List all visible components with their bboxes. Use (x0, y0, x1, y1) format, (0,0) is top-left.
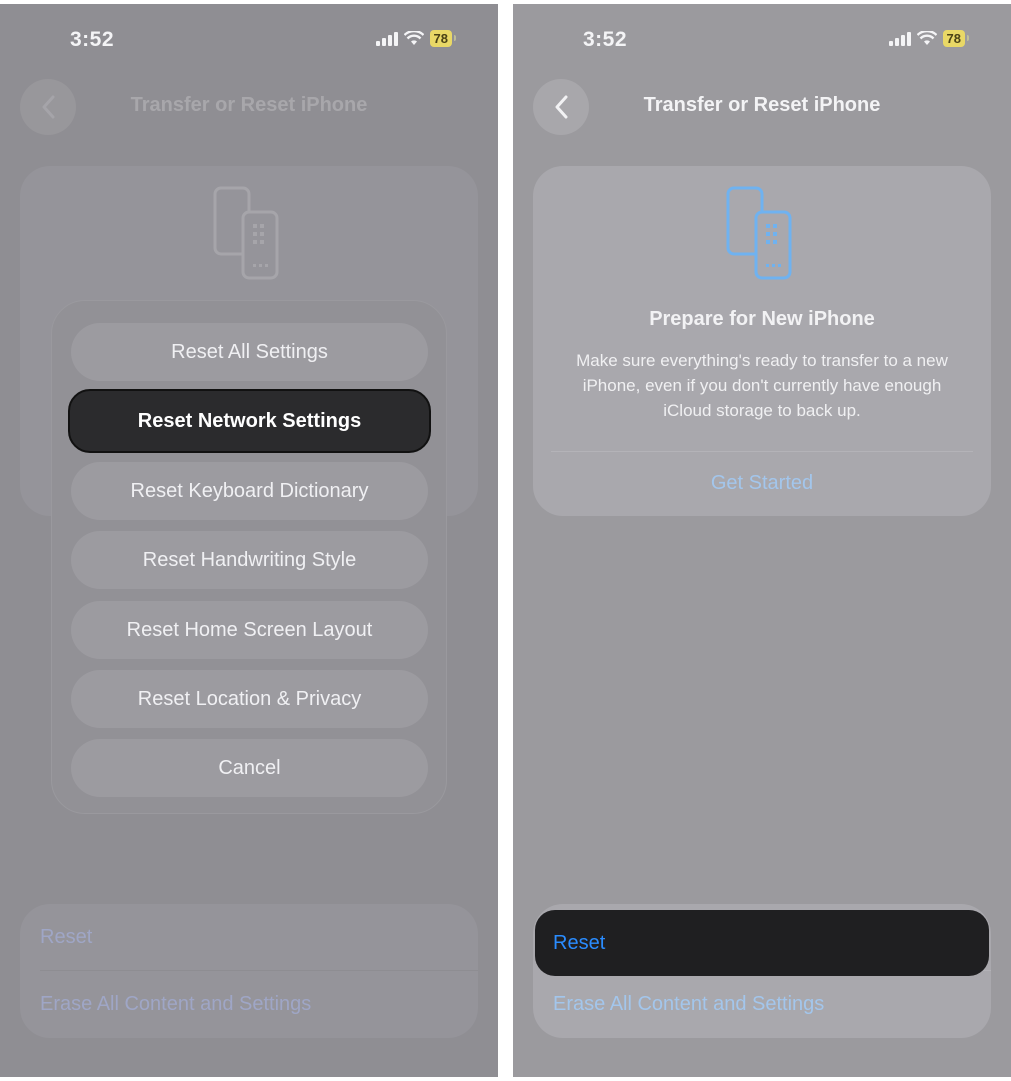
phones-transfer-icon (726, 186, 792, 280)
signal-icon (888, 31, 911, 46)
wifi-icon (403, 31, 424, 45)
wifi-icon (916, 31, 937, 45)
status-time: 3:52 (70, 28, 115, 51)
reset-action-sheet: Reset All Settings Reset Network Setting… (51, 300, 447, 814)
get-started-button[interactable]: Get Started (533, 472, 991, 495)
prepare-title: Prepare for New iPhone (649, 308, 875, 330)
battery-icon: 78 (429, 30, 457, 47)
prepare-card: Prepare for New iPhone Make sure everyth… (533, 166, 991, 516)
erase-all-row[interactable]: Erase All Content and Settings (553, 971, 971, 1037)
page-title: Transfer or Reset iPhone (130, 94, 368, 116)
signal-icon (375, 31, 398, 46)
prepare-description: Make sure everything's ready to transfer… (576, 351, 948, 420)
reset-options-card: Reset Erase All Content and Settings (20, 904, 478, 1038)
reset-location-privacy-button[interactable]: Reset Location & Privacy (71, 670, 428, 728)
left-screenshot: 3:52 78 Transfer or Reset iPhone Reset E… (0, 4, 498, 1077)
right-screenshot: 3:52 78 Transfer or Reset iPhone Prepare… (513, 4, 1011, 1077)
cancel-button[interactable]: Cancel (71, 739, 428, 797)
status-icons: 78 (375, 30, 457, 47)
reset-row-highlight[interactable]: Reset (535, 910, 989, 976)
reset-network-settings-button[interactable]: Reset Network Settings (68, 389, 431, 453)
status-icons: 78 (888, 30, 970, 47)
reset-keyboard-dictionary-button[interactable]: Reset Keyboard Dictionary (71, 462, 428, 520)
status-time: 3:52 (583, 28, 628, 51)
battery-icon: 78 (942, 30, 970, 47)
erase-all-row[interactable]: Erase All Content and Settings (40, 971, 458, 1037)
reset-all-settings-button[interactable]: Reset All Settings (71, 323, 428, 381)
reset-handwriting-style-button[interactable]: Reset Handwriting Style (71, 531, 428, 589)
reset-row[interactable]: Reset (40, 904, 458, 970)
phones-transfer-icon (213, 186, 279, 280)
status-bar: 3:52 78 (0, 4, 498, 74)
page-title: Transfer or Reset iPhone (643, 94, 881, 116)
reset-home-screen-layout-button[interactable]: Reset Home Screen Layout (71, 601, 428, 659)
card-divider (551, 451, 973, 452)
status-bar: 3:52 78 (513, 4, 1011, 74)
reset-row[interactable]: Reset (553, 910, 969, 976)
